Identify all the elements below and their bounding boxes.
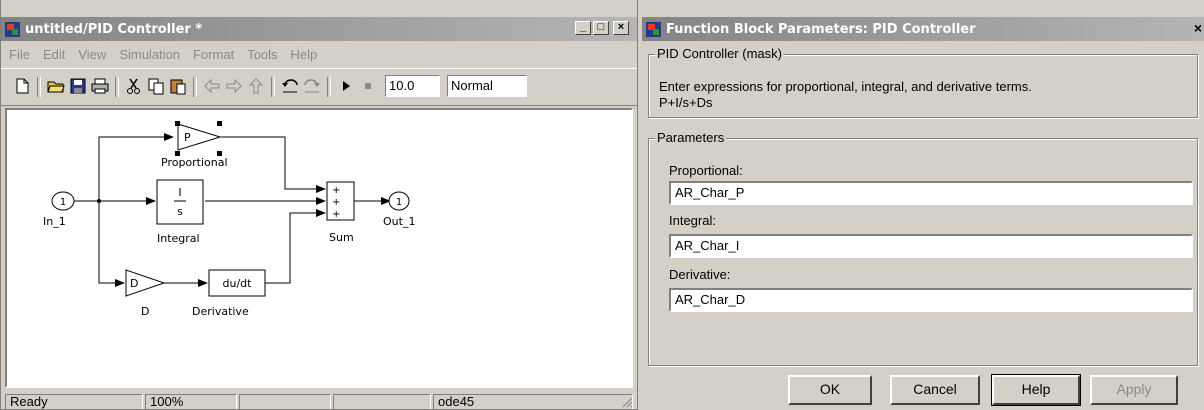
sum-block[interactable]: + + + (326, 181, 355, 221)
derivative-text: du/dt (223, 277, 253, 290)
dialog-title: Function Block Parameters: PID Controlle… (666, 21, 976, 37)
parameters-dialog: Function Block Parameters: PID Controlle… (642, 0, 1204, 410)
outport-block[interactable]: 1 (388, 191, 410, 211)
new-icon[interactable] (13, 77, 31, 95)
derivative-field-label: Derivative: (669, 267, 731, 282)
run-icon[interactable] (337, 77, 355, 95)
sum-sign-3: + (332, 209, 340, 220)
stop-time-field[interactable]: 10.0 (385, 75, 440, 97)
proportional-gain-symbol: P (184, 131, 191, 144)
menu-file[interactable]: File (9, 47, 30, 62)
mask-formula: P+I/s+Ds (659, 95, 713, 110)
save-icon[interactable] (69, 77, 87, 95)
menu-simulation[interactable]: Simulation (119, 47, 180, 62)
sum-sign-1: + (332, 185, 340, 196)
cancel-button[interactable]: Cancel (890, 375, 980, 405)
integral-input[interactable]: AR_Char_I (669, 234, 1193, 258)
branch-point (97, 199, 101, 203)
outport-number: 1 (396, 197, 402, 208)
model-canvas[interactable]: 1 In_1 P Proportional I s Integral D D d… (5, 108, 633, 388)
sum-label: Sum (329, 231, 354, 244)
help-button[interactable]: Help (991, 374, 1081, 406)
dialog-title-bar[interactable]: Function Block Parameters: PID Controlle… (642, 17, 1204, 41)
menu-tools[interactable]: Tools (247, 47, 277, 62)
derivative-input[interactable]: AR_Char_D (669, 288, 1193, 312)
undo-icon[interactable] (281, 77, 299, 95)
derivative-label: Derivative (192, 305, 249, 318)
forward-arrow-icon[interactable] (225, 77, 243, 95)
simulink-app-icon (645, 21, 662, 38)
block-diagram[interactable]: 1 In_1 P Proportional I s Integral D D d… (7, 110, 631, 386)
integrator-denominator: s (177, 205, 183, 218)
derivative-block[interactable]: du/dt (208, 269, 266, 297)
status-zoom: 100% (145, 394, 237, 409)
model-title: untitled/PID Controller * (25, 21, 203, 37)
sum-sign-2: + (332, 197, 340, 208)
selection-handle[interactable] (175, 121, 180, 126)
cut-icon[interactable] (125, 77, 143, 95)
model-window: untitled/PID Controller * _ □ × File Edi… (0, 0, 638, 410)
inport-block[interactable]: 1 (51, 191, 75, 211)
menu-view[interactable]: View (78, 47, 106, 62)
status-empty (239, 394, 331, 409)
up-arrow-icon[interactable] (247, 77, 265, 95)
integrator-block[interactable]: I s (156, 179, 204, 225)
toolbar-separator (271, 77, 275, 97)
toolbar-separator (193, 77, 197, 97)
proportional-field-label: Proportional: (669, 163, 743, 178)
status-bar: Ready 100% ode45 (1, 392, 637, 409)
simulink-app-icon (4, 21, 21, 38)
stop-icon[interactable] (359, 77, 377, 95)
ok-button[interactable]: OK (788, 375, 872, 405)
integrator-numerator: I (178, 186, 181, 199)
toolbar-separator (327, 77, 331, 97)
simulation-mode-select[interactable]: Normal (447, 75, 527, 97)
proportional-input[interactable]: AR_Char_P (669, 181, 1193, 205)
print-icon[interactable] (91, 77, 109, 95)
menu-edit[interactable]: Edit (43, 47, 65, 62)
copy-icon[interactable] (147, 77, 165, 95)
menu-format[interactable]: Format (193, 47, 234, 62)
dialog-close-icon[interactable]: × (1194, 20, 1202, 36)
inport-label: In_1 (43, 215, 66, 228)
back-arrow-icon[interactable] (203, 77, 221, 95)
maximize-button[interactable]: □ (593, 21, 609, 35)
status-solver: ode45 (433, 394, 633, 409)
menu-bar: File Edit View Simulation Format Tools H… (1, 43, 637, 65)
model-title-bar[interactable]: untitled/PID Controller * _ □ × (1, 17, 637, 41)
open-folder-icon[interactable] (47, 77, 65, 95)
close-button[interactable]: × (613, 21, 629, 35)
toolbar-separator (37, 77, 41, 97)
paste-icon[interactable] (169, 77, 187, 95)
menu-help[interactable]: Help (291, 47, 318, 62)
selection-handle[interactable] (217, 121, 222, 126)
integral-field-label: Integral: (669, 213, 716, 228)
outport-label: Out_1 (383, 215, 415, 228)
mask-description: Enter expressions for proportional, inte… (659, 79, 1032, 94)
parameters-group-label: Parameters (655, 130, 727, 145)
minimize-button[interactable]: _ (575, 21, 591, 35)
resize-grip-icon[interactable] (621, 396, 633, 409)
mask-group: PID Controller (mask) Enter expressions … (648, 46, 1198, 118)
inport-number: 1 (60, 197, 66, 208)
toolbar: 10.0 Normal (1, 68, 637, 106)
apply-button[interactable]: Apply (1090, 375, 1178, 405)
mask-group-label: PID Controller (mask) (655, 46, 784, 61)
integral-label: Integral (157, 232, 200, 245)
status-empty (333, 394, 431, 409)
proportional-gain-block[interactable]: P (175, 121, 222, 156)
parameters-group: Parameters Proportional: AR_Char_P Integ… (648, 130, 1198, 366)
derivative-gain-label: D (141, 305, 149, 318)
proportional-label: Proportional (161, 156, 228, 169)
derivative-gain-symbol: D (130, 277, 138, 290)
redo-icon[interactable] (303, 77, 321, 95)
toolbar-separator (115, 77, 119, 97)
status-state: Ready (5, 394, 143, 409)
derivative-gain-block[interactable]: D (125, 269, 166, 297)
